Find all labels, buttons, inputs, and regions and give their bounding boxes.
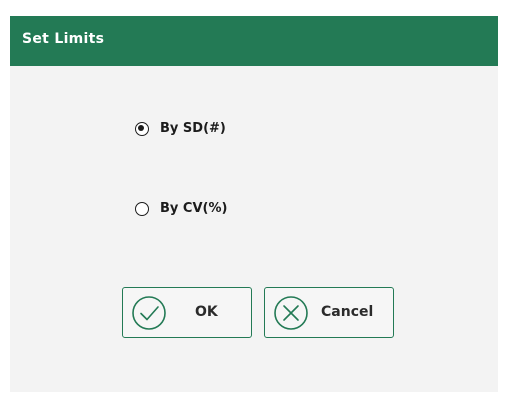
radio-unselected-icon[interactable] bbox=[135, 201, 149, 216]
radio-by-cv[interactable]: By CV(%) bbox=[135, 201, 227, 216]
cancel-button-label: Cancel bbox=[321, 304, 374, 320]
ok-button-label: OK bbox=[195, 304, 218, 320]
radio-by-sd[interactable]: By SD(#) bbox=[135, 121, 226, 136]
radio-label-by-cv: By CV(%) bbox=[160, 201, 228, 216]
radio-selected-icon[interactable] bbox=[135, 121, 149, 136]
set-limits-dialog: Set Limits By SD(#) By CV(%) OK Cancel bbox=[10, 16, 498, 392]
radio-label-by-sd: By SD(#) bbox=[160, 121, 226, 136]
cancel-button[interactable]: Cancel bbox=[264, 287, 394, 338]
radio-dot bbox=[138, 124, 145, 131]
dialog-title: Set Limits bbox=[22, 31, 105, 47]
ok-button[interactable]: OK bbox=[122, 287, 252, 338]
x-circle-icon bbox=[274, 296, 308, 330]
dialog-title-bar: Set Limits bbox=[10, 16, 498, 66]
check-circle-icon bbox=[132, 296, 166, 330]
